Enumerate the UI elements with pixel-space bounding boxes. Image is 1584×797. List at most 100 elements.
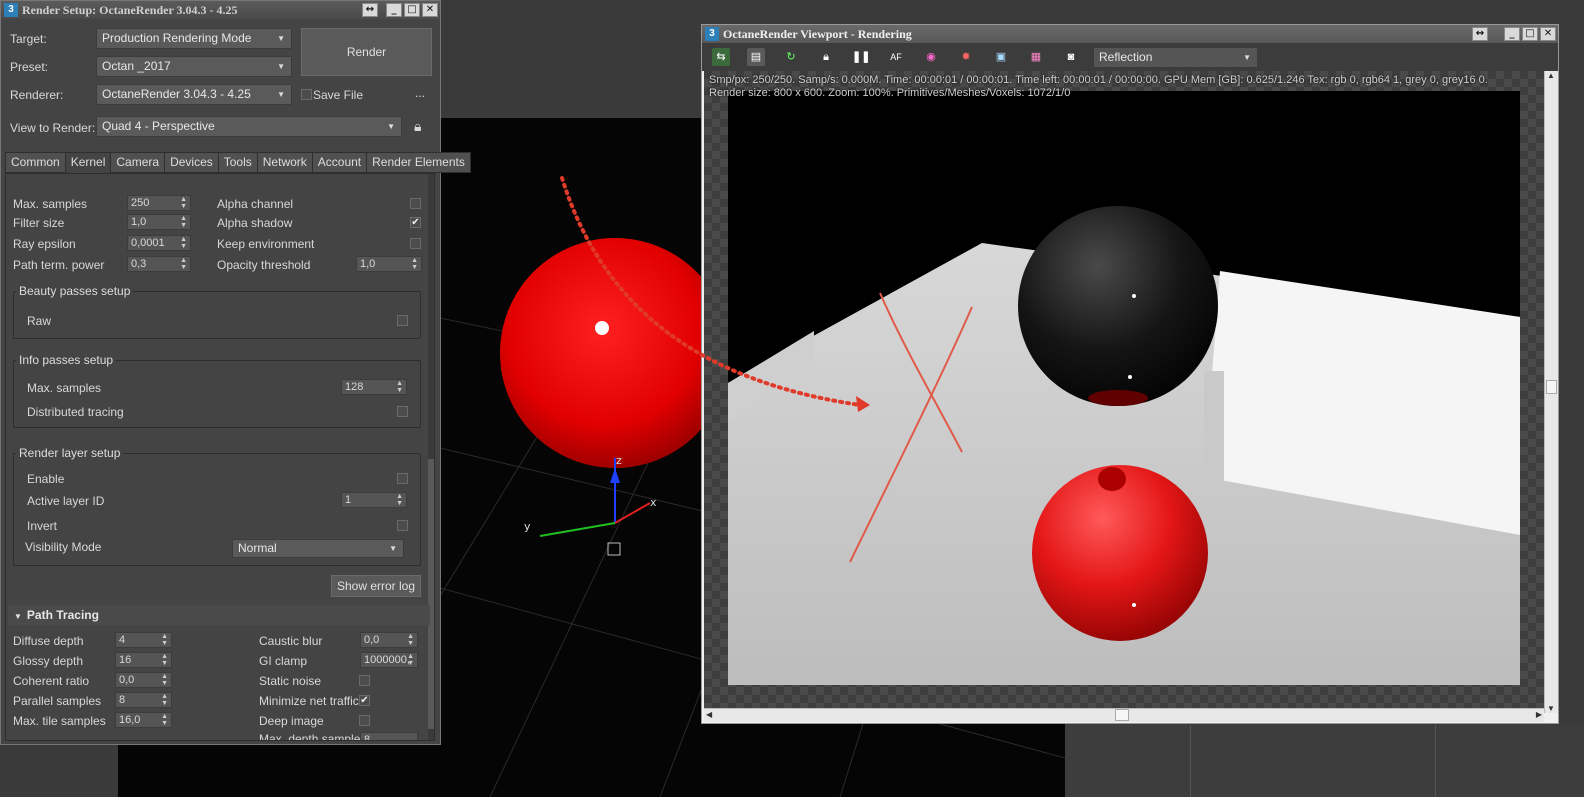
octane-viewport-window: 3 OctaneRender Viewport - Rendering ↔ _ … (701, 24, 1559, 724)
parallel-samples-spinner[interactable]: 8 ▲ ▼ (115, 692, 172, 708)
tab-common[interactable]: Common (5, 152, 66, 173)
octane-toolbar: ⇆ ▤ ↻ 🔒︎ ❚❚ AF ◉ ✸ ▣ ▦ ◙ Reflection ▼ (702, 43, 1558, 71)
enable-checkbox[interactable] (397, 473, 408, 484)
red-sphere (1032, 465, 1208, 641)
diffuse-depth-spinner[interactable]: 4 ▲ ▼ (115, 632, 172, 648)
distributed-tracing-checkbox[interactable] (397, 406, 408, 417)
render-stats-line1: Smp/px: 250/250. Samp/s: 0.000M. Time: 0… (709, 74, 1488, 86)
max-tile-samples-label: Max. tile samples (13, 714, 106, 728)
camera-icon[interactable]: ◙ (1062, 48, 1080, 66)
active-layer-spinner[interactable]: 1 ▲ ▼ (341, 492, 407, 508)
path-tracing-header[interactable]: ▼ Path Tracing (8, 605, 430, 625)
coherent-ratio-spinner[interactable]: 0,0 ▲ ▼ (115, 672, 172, 688)
axis-x-label: x (650, 496, 657, 509)
caustic-blur-spinner[interactable]: 0,0 ▲ ▼ (360, 632, 418, 648)
panel-scrollbar[interactable] (428, 174, 434, 740)
minimize-button[interactable]: _ (1504, 27, 1520, 41)
save-file-checkbox[interactable] (301, 89, 312, 100)
lock-icon[interactable]: 🔒︎ (414, 118, 421, 135)
glossy-depth-spinner[interactable]: 16 ▲ ▼ (115, 652, 172, 668)
alpha-channel-checkbox[interactable] (410, 198, 421, 209)
static-noise-label: Static noise (259, 674, 322, 688)
horizontal-scrollbar[interactable]: ◀ ▶ (704, 708, 1544, 722)
parallel-samples-label: Parallel samples (13, 694, 102, 708)
tab-tools[interactable]: Tools (217, 152, 258, 173)
render-setup-titlebar[interactable]: 3 Render Setup: OctaneRender 3.04.3 - 4.… (1, 1, 440, 19)
vertical-scrollbar[interactable]: ▲ ▼ (1544, 71, 1558, 713)
collapse-icon: ▼ (14, 612, 22, 621)
keep-env-label: Keep environment (217, 237, 315, 251)
minimize-button[interactable]: _ (386, 3, 402, 17)
enable-label: Enable (27, 472, 65, 486)
max-samples-spinner[interactable]: 250 ▲ ▼ (127, 195, 191, 211)
visibility-mode-dropdown[interactable]: Normal ▼ (232, 539, 404, 558)
max-depth-samples-spinner[interactable]: 8 (360, 732, 418, 740)
filter-size-spinner[interactable]: 1,0 ▲ ▼ (127, 214, 191, 230)
tab-network[interactable]: Network (256, 152, 313, 173)
show-error-log-button[interactable]: Show error log (331, 575, 421, 597)
af-icon[interactable]: AF (887, 48, 905, 66)
lock-icon[interactable]: 🔒︎ (817, 48, 835, 66)
alpha-channel-label: Alpha channel (217, 197, 294, 211)
diffuse-depth-label: Diffuse depth (13, 634, 84, 648)
view-dropdown[interactable]: Quad 4 - Perspective ▼ (96, 116, 402, 137)
ray-epsilon-spinner[interactable]: 0,0001 ▲ ▼ (127, 235, 191, 251)
maximize-button[interactable]: □ (1522, 27, 1538, 41)
max-tile-samples-spinner[interactable]: 16,0 ▲ ▼ (115, 712, 172, 728)
region-icon[interactable]: ✸ (957, 48, 975, 66)
save-file-label: Save File (313, 88, 364, 102)
preset-dropdown[interactable]: Octan _2017 ▼ (96, 56, 292, 77)
render-image (728, 91, 1520, 685)
invert-checkbox[interactable] (397, 520, 408, 531)
render-mode-dropdown[interactable]: Reflection ▼ (1093, 46, 1258, 68)
bottom-viewport[interactable] (118, 745, 440, 797)
renderer-dropdown[interactable]: OctaneRender 3.04.3 - 4.25 ▼ (96, 84, 292, 105)
red-sphere-viewport (500, 238, 730, 468)
tab-render-elements[interactable]: Render Elements (366, 152, 471, 173)
info-max-samples-spinner[interactable]: 128 ▲ ▼ (341, 379, 407, 395)
coherent-ratio-label: Coherent ratio (13, 674, 90, 688)
beauty-group: Beauty passes setup Raw (13, 284, 421, 339)
target-dropdown[interactable]: Production Rendering Mode ▼ (96, 28, 292, 49)
close-button[interactable]: ✕ (422, 3, 438, 17)
active-layer-label: Active layer ID (27, 494, 105, 508)
resize-icon[interactable]: ↔ (362, 3, 378, 17)
render-canvas[interactable]: Smp/px: 250/250. Samp/s: 0.000M. Time: 0… (704, 71, 1544, 713)
send-scene-icon[interactable]: ⇆ (712, 48, 730, 66)
raw-checkbox[interactable] (397, 315, 408, 326)
more-button[interactable]: ... (415, 86, 425, 100)
minimize-net-checkbox[interactable]: ✔ (359, 695, 370, 706)
layer-group: Render layer setup Enable Active layer I… (13, 446, 421, 566)
copy-icon[interactable]: ▤ (747, 48, 765, 66)
tab-account[interactable]: Account (311, 152, 368, 173)
pause-icon[interactable]: ❚❚ (852, 48, 870, 66)
color-picker-icon[interactable]: ◉ (922, 48, 940, 66)
tab-devices[interactable]: Devices (164, 152, 219, 173)
raw-label: Raw (27, 314, 52, 328)
restart-icon[interactable]: ↻ (782, 48, 800, 66)
info-title: Info passes setup (16, 353, 117, 367)
render-button[interactable]: Render (301, 28, 432, 76)
close-button[interactable]: ✕ (1540, 27, 1556, 41)
right-panel-bg (1065, 725, 1584, 797)
gi-clamp-spinner[interactable]: 1000000, ▲ ▼ (360, 652, 418, 668)
caustic-blur-label: Caustic blur (259, 634, 323, 648)
tab-kernel[interactable]: Kernel (64, 152, 112, 173)
opacity-spinner[interactable]: 1,0 ▲ ▼ (356, 256, 422, 272)
deep-image-checkbox[interactable] (359, 715, 370, 726)
keep-env-checkbox[interactable] (410, 238, 421, 249)
octane-titlebar[interactable]: 3 OctaneRender Viewport - Rendering ↔ _ … (702, 25, 1558, 43)
render-setup-title: Render Setup: OctaneRender 3.04.3 - 4.25 (22, 2, 238, 17)
resize-icon[interactable]: ↔ (1472, 27, 1488, 41)
maximize-button[interactable]: □ (404, 3, 420, 17)
kernel-panel: Max. samples 250 ▲ ▼ Filter size 1,0 ▲ ▼ Ray… (5, 173, 435, 741)
tab-camera[interactable]: Camera (110, 152, 166, 173)
film-icon[interactable]: ▦ (1027, 48, 1045, 66)
path-term-spinner[interactable]: 0,3 ▲ ▼ (127, 256, 191, 272)
app-icon: 3 (4, 3, 18, 17)
static-noise-checkbox[interactable] (359, 675, 370, 686)
alpha-shadow-checkbox[interactable]: ✔ (410, 217, 421, 228)
beauty-title: Beauty passes setup (16, 284, 134, 298)
path-term-label: Path term. power (13, 258, 105, 272)
display-icon[interactable]: ▣ (992, 48, 1010, 66)
